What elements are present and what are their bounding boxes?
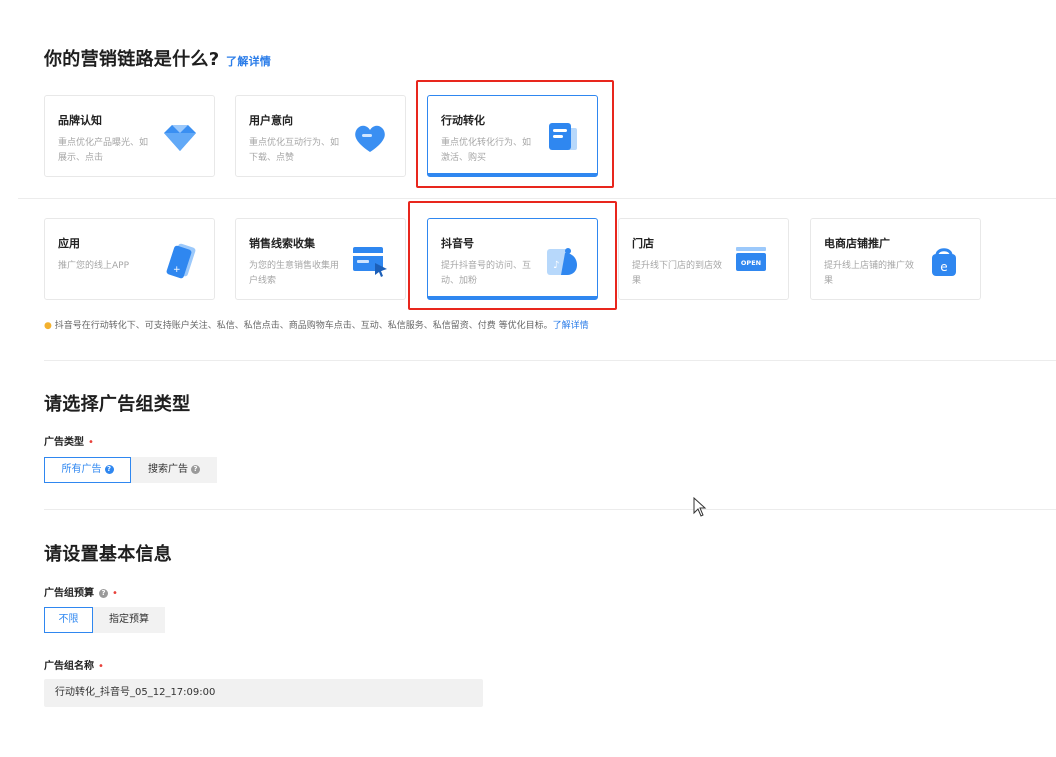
- tip-line: ● 抖音号在行动转化下、可支持账户关注、私信、私信点击、商品购物车点击、互动、私…: [44, 318, 589, 331]
- option-label: 搜索广告: [148, 464, 188, 475]
- card-title: 门店: [632, 237, 654, 250]
- highlight-box-action-conversion: [416, 80, 614, 188]
- help-icon[interactable]: ?: [104, 465, 114, 474]
- marketing-title-text: 你的营销链路是什么?: [44, 49, 220, 70]
- adgroup-name-label: 广告组名称 •: [44, 657, 104, 672]
- diamond-icon: [164, 125, 196, 151]
- learn-more-link[interactable]: 了解详情: [226, 55, 271, 68]
- budget-label-text: 广告组预算: [44, 588, 94, 599]
- ad-type-label-text: 广告类型: [44, 437, 84, 448]
- card-brand-awareness[interactable]: 品牌认知 重点优化产品曝光、如展示、点击: [44, 95, 215, 177]
- card-user-intent[interactable]: 用户意向 重点优化互动行为、如下载、点赞: [235, 95, 406, 177]
- e-badge-text: e: [940, 260, 947, 274]
- option-search-ads[interactable]: 搜索广告?: [131, 457, 217, 483]
- card-ecommerce[interactable]: 电商店铺推广 提升线上店铺的推广效果 e: [810, 218, 981, 300]
- card-desc: 推广您的线上APP: [58, 261, 130, 271]
- card-desc: 重点优化互动行为、如下载、点赞: [249, 138, 340, 163]
- tip-learn-more-link[interactable]: 了解详情: [553, 321, 589, 331]
- divider: [18, 198, 1056, 199]
- help-icon[interactable]: ?: [191, 465, 200, 474]
- option-label: 指定预算: [109, 614, 149, 625]
- card-desc: 重点优化产品曝光、如展示、点击: [58, 138, 149, 163]
- required-mark: •: [88, 437, 94, 448]
- card-desc: 提升线下门店的到店效果: [632, 261, 723, 286]
- lightbulb-icon: ●: [44, 321, 52, 331]
- heart-icon: [355, 125, 385, 152]
- form-card-icon: [353, 247, 387, 277]
- card-title: 用户意向: [249, 114, 293, 127]
- card-store[interactable]: 门店 提升线下门店的到店效果 OPEN: [618, 218, 789, 300]
- card-desc: 提升线上店铺的推广效果: [824, 261, 915, 286]
- budget-label: 广告组预算? •: [44, 584, 118, 599]
- required-mark: •: [98, 661, 104, 672]
- card-title: 品牌认知: [58, 114, 102, 127]
- divider: [44, 509, 1056, 510]
- app-phone-icon: +: [166, 243, 196, 279]
- card-title: 电商店铺推广: [824, 237, 890, 250]
- required-mark: •: [112, 588, 118, 599]
- card-app[interactable]: 应用 推广您的线上APP +: [44, 218, 215, 300]
- card-sales-leads[interactable]: 销售线索收集 为您的生意销售收集用户线索: [235, 218, 406, 300]
- ad-type-label: 广告类型 •: [44, 433, 94, 448]
- card-title: 销售线索收集: [249, 237, 315, 250]
- budget-option-unlimited[interactable]: 不限: [44, 607, 93, 633]
- adgroup-name-label-text: 广告组名称: [44, 661, 94, 672]
- card-title: 应用: [58, 237, 80, 250]
- highlight-box-douyin: [408, 201, 617, 310]
- mouse-cursor-icon: [693, 497, 707, 517]
- svg-text:+: +: [173, 265, 181, 275]
- option-label: 不限: [58, 614, 79, 625]
- card-desc: 为您的生意销售收集用户线索: [249, 261, 340, 286]
- shopping-bag-icon: e: [932, 248, 956, 276]
- adgroup-name-input[interactable]: 行动转化_抖音号_05_12_17:09:00: [44, 679, 483, 707]
- basic-info-section-title: 请设置基本信息: [44, 544, 173, 565]
- open-sign-icon: OPEN: [736, 247, 766, 271]
- budget-option-specified[interactable]: 指定预算: [93, 607, 165, 633]
- adgroup-section-title: 请选择广告组类型: [44, 394, 191, 415]
- option-label: 所有广告: [61, 464, 102, 475]
- divider: [44, 360, 1056, 361]
- option-all-ads[interactable]: 所有广告?: [44, 457, 131, 483]
- open-badge-text: OPEN: [741, 259, 761, 267]
- tip-text: 抖音号在行动转化下、可支持账户关注、私信、私信点击、商品购物车点击、互动、私信服…: [54, 321, 553, 331]
- marketing-section-title: 你的营销链路是什么? 了解详情: [44, 45, 271, 71]
- help-icon[interactable]: ?: [99, 589, 108, 598]
